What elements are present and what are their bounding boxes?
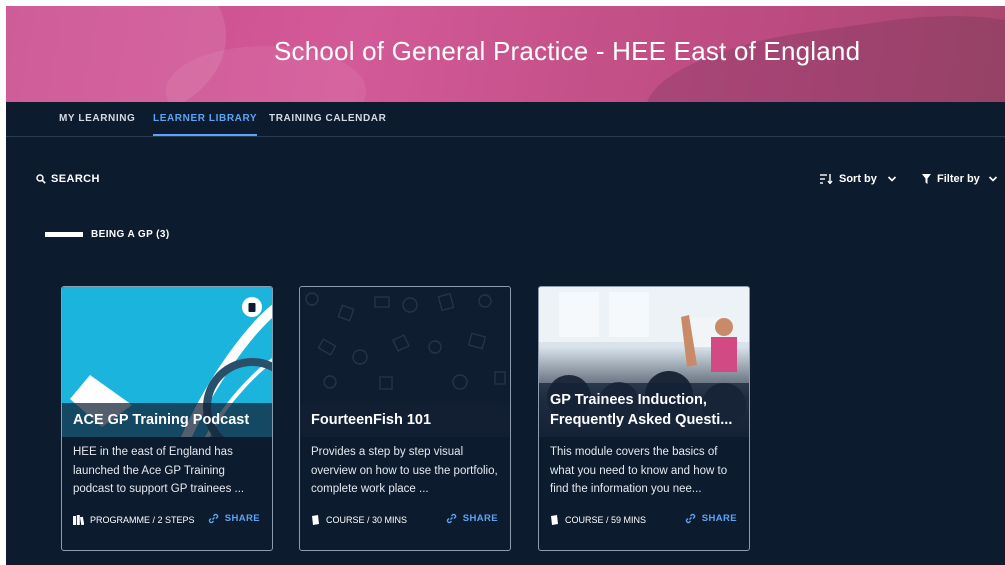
section-title: BEING A GP (3): [91, 229, 170, 240]
share-label: SHARE: [224, 513, 260, 524]
course-card[interactable]: GP Trainees Induction, Frequently Asked …: [538, 286, 750, 551]
sort-by-button[interactable]: Sort by: [820, 173, 897, 185]
share-label: SHARE: [462, 513, 498, 524]
link-icon: [685, 513, 695, 524]
books-icon: [73, 515, 84, 525]
card-thumbnail: GP Trainees Induction, Frequently Asked …: [539, 287, 749, 437]
book-icon: [551, 515, 558, 525]
card-thumbnail: ACE GP Training Podcast: [62, 287, 272, 437]
section-marker: [45, 232, 83, 237]
card-meta-text: COURSE / 59 MINS: [565, 515, 647, 525]
search-label: SEARCH: [51, 173, 100, 185]
link-icon: [208, 513, 218, 524]
card-title: ACE GP Training Podcast: [73, 412, 250, 428]
tab-my-learning[interactable]: MY LEARNING: [59, 113, 135, 124]
filter-icon: [922, 174, 931, 184]
filter-by-button[interactable]: Filter by: [922, 173, 998, 185]
chevron-down-icon: [887, 176, 896, 182]
search-button[interactable]: SEARCH: [36, 173, 100, 185]
card-meta-text: PROGRAMME / 2 STEPS: [90, 515, 195, 525]
banner: School of General Practice - HEE East of…: [6, 6, 1005, 102]
section-header: BEING A GP (3): [45, 229, 170, 240]
chevron-down-icon: [988, 176, 997, 182]
sort-icon: [820, 174, 833, 184]
card-meta: PROGRAMME / 2 STEPS: [73, 515, 195, 525]
book-icon: [312, 515, 319, 525]
tab-learner-library[interactable]: LEARNER LIBRARY: [153, 113, 258, 136]
sort-label: Sort by: [839, 173, 877, 185]
card-description: This module covers the basics of what yo…: [550, 446, 728, 495]
card-title-band: GP Trainees Induction, Frequently Asked …: [539, 383, 749, 437]
share-button[interactable]: SHARE: [446, 513, 498, 524]
app-frame: School of General Practice - HEE East of…: [6, 6, 1005, 565]
page-title: School of General Practice - HEE East of…: [274, 36, 861, 66]
share-button[interactable]: SHARE: [208, 513, 260, 524]
link-icon: [446, 513, 456, 524]
share-button[interactable]: SHARE: [685, 513, 737, 524]
course-card[interactable]: ACE GP Training Podcast HEE in the east …: [61, 286, 273, 551]
filter-label: Filter by: [937, 173, 980, 185]
card-meta-text: COURSE / 30 MINS: [326, 515, 408, 525]
card-description: HEE in the east of England has launched …: [73, 446, 245, 495]
card-title: GP Trainees Induction, Frequently Asked …: [550, 392, 733, 428]
card-title: FourteenFish 101: [311, 412, 432, 428]
tab-bar: MY LEARNING LEARNER LIBRARY TRAINING CAL…: [6, 102, 1005, 137]
card-title-band: ACE GP Training Podcast: [62, 403, 272, 437]
card-description: Provides a step by step visual overview …: [311, 446, 498, 495]
card-thumbnail: FourteenFish 101: [300, 287, 510, 437]
card-meta: COURSE / 59 MINS: [550, 515, 646, 525]
tab-training-calendar[interactable]: TRAINING CALENDAR: [269, 113, 386, 124]
card-title-band: FourteenFish 101: [300, 403, 510, 437]
card-meta: COURSE / 30 MINS: [311, 515, 407, 525]
book-badge-icon: [242, 297, 262, 317]
share-label: SHARE: [701, 513, 737, 524]
course-card[interactable]: FourteenFish 101 Provides a step by step…: [299, 286, 511, 551]
search-icon: [36, 174, 46, 184]
